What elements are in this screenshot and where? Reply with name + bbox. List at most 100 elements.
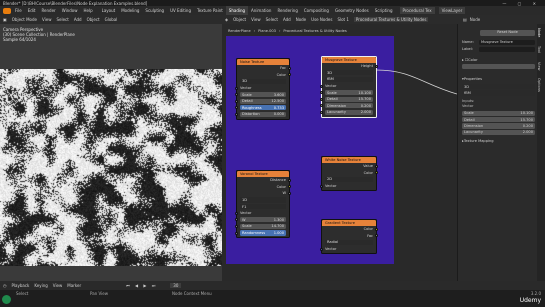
output-socket[interactable] xyxy=(374,227,378,231)
output-socket[interactable] xyxy=(374,64,378,68)
sidebar-tab-tool[interactable]: Tool xyxy=(537,46,541,58)
input-socket[interactable] xyxy=(320,184,324,188)
type-dropdown[interactable]: fBM xyxy=(325,76,373,83)
gradient-type-dropdown[interactable]: Radial xyxy=(325,239,373,246)
input-socket[interactable] xyxy=(320,110,324,114)
use-nodes-checkbox[interactable]: Use Nodes xyxy=(311,17,332,22)
dimension-field[interactable]: Dimension 0.200 xyxy=(325,103,373,109)
input-socket[interactable] xyxy=(235,99,239,103)
menu-marker[interactable]: Marker xyxy=(67,283,81,288)
transform-orientation[interactable]: Global xyxy=(105,17,118,22)
roughness-field[interactable]: Roughness 0.733 xyxy=(240,105,286,111)
menu-render[interactable]: Render xyxy=(41,8,55,13)
dimensions-dropdown[interactable]: 1D xyxy=(240,197,286,203)
input-socket[interactable] xyxy=(235,224,239,228)
material-selector[interactable]: Procedural Textures & Utility Nodes xyxy=(353,17,429,22)
output-socket[interactable] xyxy=(287,66,291,70)
current-frame-field[interactable]: 30 xyxy=(170,283,182,288)
input-socket[interactable] xyxy=(320,84,324,88)
menu-keying[interactable]: Keying xyxy=(34,283,47,288)
node-editor-type-icon[interactable]: ◈ xyxy=(225,17,228,22)
noise-texture-node[interactable]: Noise Texture Fac Color 3D Vector Scale 3… xyxy=(235,58,291,120)
input-socket[interactable] xyxy=(235,86,239,90)
tab-geometry-nodes[interactable]: Geometry Nodes xyxy=(332,6,372,15)
prop-dimension-field[interactable]: Dimension 0.200 xyxy=(462,123,535,129)
viewport-3d[interactable]: Camera Perspective (30) Scene Collection… xyxy=(0,24,222,281)
input-socket[interactable] xyxy=(235,93,239,97)
view-layer-selector[interactable]: ViewLayer xyxy=(438,7,466,14)
prop-lacunarity-field[interactable]: Lacunarity 2.000 xyxy=(462,129,535,135)
reset-node-button[interactable]: Reset Node xyxy=(480,30,535,36)
feature-dropdown[interactable]: F1 xyxy=(240,204,286,210)
menu-window[interactable]: Window xyxy=(62,8,78,13)
gradient-texture-node[interactable]: Gradient Texture Color Fac Radial Vector xyxy=(320,219,378,255)
output-socket[interactable] xyxy=(287,191,291,195)
tab-uv-editing[interactable]: UV Editing xyxy=(167,6,194,15)
menu-add[interactable]: Add xyxy=(74,17,82,22)
detail-field[interactable]: Detail 15.700 xyxy=(325,96,373,102)
menu-view[interactable]: View xyxy=(53,283,63,288)
input-socket[interactable] xyxy=(320,91,324,95)
prop-scale-field[interactable]: Scale 10.100 xyxy=(462,110,535,116)
scale-field[interactable]: Scale 10.100 xyxy=(325,90,373,96)
scale-field[interactable]: Scale 3.600 xyxy=(240,92,286,98)
musgrave-texture-node[interactable]: Musgrave Texture Height 3D fBM Vector Sc… xyxy=(320,56,378,118)
input-socket[interactable] xyxy=(235,231,239,235)
tab-rendering[interactable]: Rendering xyxy=(274,6,300,15)
menu-help[interactable]: Help xyxy=(83,8,92,13)
window-controls[interactable]: — ▢ ✕ xyxy=(502,1,541,6)
sidebar-tab-options[interactable]: Options xyxy=(537,78,541,96)
node-editor[interactable]: RenderPlane › Plane.003 › Procedural Tex… xyxy=(222,24,457,281)
voronoi-texture-node[interactable]: Voronoi Texture Distance Color W 1D F1 V… xyxy=(235,170,291,239)
dimensions-dropdown[interactable]: 3D xyxy=(325,70,373,76)
blender-logo-icon[interactable] xyxy=(3,7,11,14)
scene-selector[interactable]: Procedural Tex xyxy=(399,7,435,14)
menu-file[interactable]: File xyxy=(15,8,22,13)
texture-mapping-panel[interactable]: Texture Mapping xyxy=(464,139,494,143)
input-socket[interactable] xyxy=(235,106,239,110)
prop-type-dropdown[interactable]: fBM xyxy=(462,90,535,96)
w-field[interactable]: W 1.300 xyxy=(240,217,286,223)
prop-dimensions-dropdown[interactable]: 3D xyxy=(462,84,535,90)
tab-animation[interactable]: Animation xyxy=(248,6,274,15)
input-socket[interactable] xyxy=(320,97,324,101)
node-panel-icon[interactable]: ▤ xyxy=(463,17,467,22)
node-label-field[interactable] xyxy=(479,46,535,52)
output-socket[interactable] xyxy=(287,178,291,182)
sidebar-tab-view[interactable]: View xyxy=(537,62,541,74)
color-panel-label[interactable]: Color xyxy=(468,58,477,62)
menu-playback[interactable]: Playback xyxy=(12,283,30,288)
node-name-field[interactable]: Musgrave Texture xyxy=(479,39,535,45)
dimensions-dropdown[interactable]: 2D xyxy=(325,176,373,183)
input-socket[interactable] xyxy=(320,247,324,251)
menu-add[interactable]: Add xyxy=(283,17,291,22)
node-color-swatch[interactable] xyxy=(462,63,535,70)
tab-compositing[interactable]: Compositing xyxy=(301,6,332,15)
white-noise-texture-node[interactable]: White Noise Texture Value Color 2D Vecto… xyxy=(320,156,378,192)
menu-view[interactable]: View xyxy=(42,17,52,22)
input-socket[interactable] xyxy=(235,112,239,116)
distortion-field[interactable]: Distortion 0.000 xyxy=(240,111,286,118)
tab-layout[interactable]: Layout xyxy=(99,6,119,15)
menu-object[interactable]: Object xyxy=(87,17,100,22)
dimensions-dropdown[interactable]: 3D xyxy=(240,78,286,85)
randomness-field[interactable]: Randomness 1.000 xyxy=(240,230,286,236)
input-socket[interactable] xyxy=(320,104,324,108)
shader-type-selector[interactable]: Object xyxy=(233,17,246,22)
tab-modeling[interactable]: Modeling xyxy=(118,6,142,15)
menu-select[interactable]: Select xyxy=(56,17,68,22)
timeline-editor-icon[interactable]: ◷ xyxy=(3,283,7,288)
properties-panel-label[interactable]: Properties xyxy=(464,77,482,81)
editor-type-icon[interactable]: ▣ xyxy=(3,17,7,22)
sidebar-tab-node[interactable]: Node xyxy=(537,28,541,42)
menu-select[interactable]: Select xyxy=(266,17,278,22)
output-socket[interactable] xyxy=(374,164,378,168)
detail-field[interactable]: Detail 12.500 xyxy=(240,98,286,104)
tab-scripting[interactable]: Scripting xyxy=(372,6,396,15)
scale-field[interactable]: Scale 14.700 xyxy=(240,223,286,230)
tab-sculpting[interactable]: Sculpting xyxy=(142,6,167,15)
tab-shading[interactable]: Shading xyxy=(225,6,249,15)
prop-detail-field[interactable]: Detail 15.700 xyxy=(462,117,535,123)
playback-controls[interactable]: ⏮ ◀ ▶ ⏭ xyxy=(126,283,157,288)
tab-texture-paint[interactable]: Texture Paint xyxy=(194,6,226,15)
